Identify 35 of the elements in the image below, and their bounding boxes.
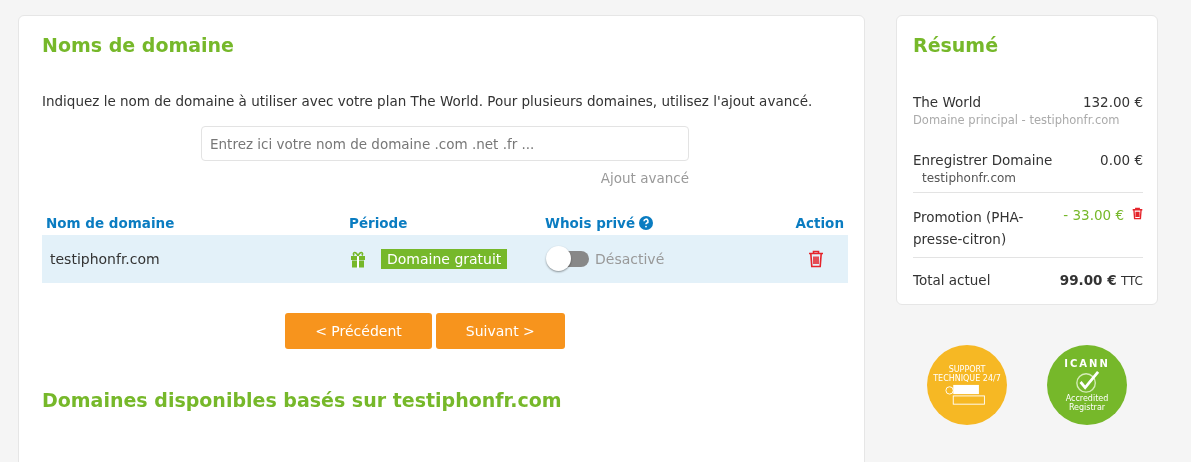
nav-button[interactable]: Suivant > (435, 313, 565, 349)
description: Indiquez le nom de domaine à utiliser avec votre plan The World. Pour plusieurs domaines, utilisez l'ajout avancé. (42, 93, 814, 109)
column-header: Nom de domaine (46, 215, 175, 231)
column-header: Action (795, 215, 844, 231)
section-title: Noms de domaine (42, 34, 235, 56)
total-price: 99.00 € (1059, 272, 1117, 289)
trash-icon[interactable] (1132, 207, 1143, 220)
whois-status: Désactivé (595, 251, 665, 267)
column-header: Whois privé (545, 215, 636, 231)
trash-icon[interactable] (808, 250, 824, 268)
column-header: Période (349, 215, 408, 231)
badge-text: Accredited Registrar (1064, 393, 1110, 413)
item-detail: testiphonfr.com (921, 171, 1018, 185)
nav-button[interactable]: < Précédent (285, 313, 432, 349)
badge-text: ICANN (1064, 357, 1110, 370)
promo-label: Promotion (PHA-presse-citron) (913, 208, 1025, 249)
tax-label: TTC (1120, 274, 1143, 289)
item-detail: Domaine principal - testiphonfr.com (913, 113, 1121, 127)
item-price: 132.00 € (1082, 94, 1143, 110)
section-title: Domaines disponibles basés sur testiphonfr.com (42, 389, 563, 411)
badge-text: TECHNIQUE 24/7 (933, 374, 1001, 384)
domain-name: testiphonfr.com (50, 251, 160, 267)
advanced-add-link[interactable]: Ajout avancé (600, 170, 689, 186)
total-label: Total actuel (913, 272, 991, 289)
summary-title: Résumé (913, 34, 1000, 56)
item-label: The World (913, 94, 982, 110)
promo-price: - 33.00 € (1063, 207, 1124, 223)
domain-search-field[interactable]: Entrez ici votre nom de domaine .com .net .fr ... (201, 126, 689, 161)
item-label: Enregistrer Domaine (913, 152, 1053, 168)
help-icon[interactable] (639, 216, 654, 230)
whois-toggle[interactable] (545, 245, 591, 273)
gift-icon (349, 250, 367, 268)
badge-text: SUPPORT (948, 364, 986, 374)
period-badge: Domaine gratuit (381, 249, 508, 269)
item-price: 0.00 € (1100, 152, 1143, 168)
